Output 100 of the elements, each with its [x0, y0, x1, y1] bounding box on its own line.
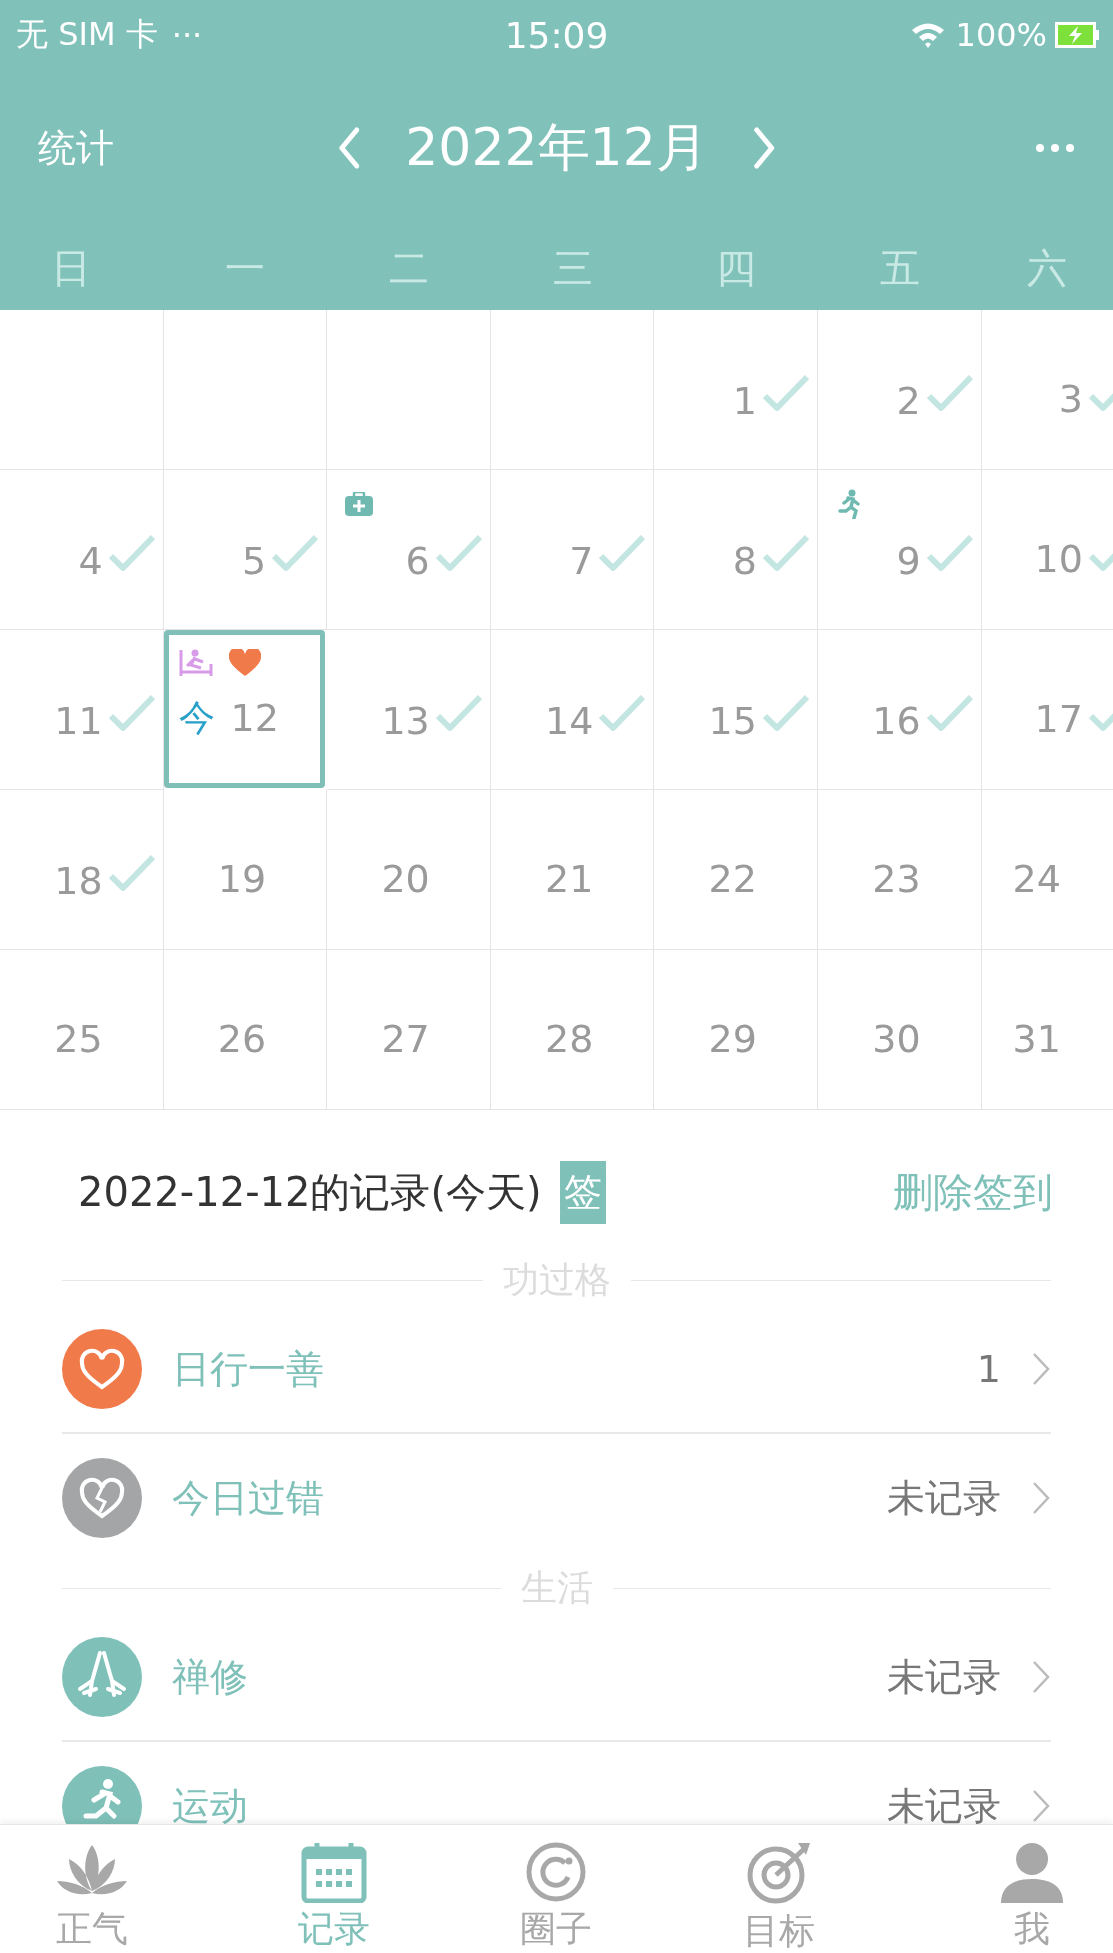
day-number: 8 [732, 538, 757, 585]
day-number: 16 [872, 698, 921, 745]
day-cell[interactable]: 5 [163, 470, 328, 630]
day-cell[interactable]: 26 [163, 950, 328, 1110]
day-cell[interactable]: 23 [817, 790, 982, 950]
month-title: 2022年12月 [405, 116, 708, 179]
day-number: 3 [1058, 376, 1083, 423]
record-label: 禅修 [172, 1653, 249, 1701]
carrier-text: 无 SIM 卡 [16, 14, 158, 55]
clock: 15:09 [504, 14, 609, 56]
day-number: 18 [54, 858, 103, 905]
today-label: 今 [178, 696, 215, 740]
day-number: 28 [545, 1016, 594, 1063]
day-number: 24 [1012, 856, 1061, 903]
day-cell[interactable]: 19 [163, 790, 328, 950]
day-cell[interactable]: 16 [817, 630, 982, 790]
day-cell[interactable]: 4 [0, 470, 164, 630]
day-cell[interactable]: 14 [490, 630, 655, 790]
day-cell[interactable]: 24 [981, 790, 1113, 950]
record-label: 日行一善 [172, 1345, 325, 1393]
day-number: 2 [896, 378, 921, 425]
day-number: 27 [381, 1016, 430, 1063]
record-value: 未记录 [887, 1782, 1001, 1825]
weekday-label: 日 [50, 243, 91, 293]
nav-tab[interactable]: 记录 [222, 1825, 446, 1949]
day-cell[interactable]: 15 [654, 630, 818, 790]
day-cell[interactable]: 22 [654, 790, 818, 950]
day-cell[interactable]: 11 [0, 630, 164, 790]
weekday-label: 二 [389, 243, 429, 293]
person-icon [998, 1841, 1065, 1903]
record-value: 未记录 [887, 1653, 1001, 1701]
day-number: 10 [1034, 536, 1083, 583]
day-number: 4 [78, 538, 103, 585]
day-cell[interactable]: 9 [817, 470, 982, 630]
signed-badge: 签 [559, 1160, 606, 1224]
day-cell[interactable]: 今 12 [163, 630, 326, 788]
nav-tab[interactable]: 目标 [667, 1825, 891, 1951]
delete-check-in-link[interactable]: 删除签到 [893, 1164, 1053, 1220]
heart-icon [228, 649, 261, 677]
day-cell[interactable]: 13 [327, 630, 491, 790]
day-number: 30 [872, 1016, 921, 1063]
day-cell[interactable]: 31 [981, 950, 1113, 1110]
weekday-label: 三 [552, 243, 593, 293]
record-value: 1 [976, 1347, 1001, 1391]
nav-tab[interactable]: 圈子 [445, 1825, 668, 1949]
day-number: 12 [230, 695, 279, 742]
day-number: 21 [545, 856, 594, 903]
day-cell[interactable]: 8 [654, 470, 818, 630]
day-number: 14 [545, 698, 594, 745]
record-label: 运动 [172, 1782, 249, 1825]
day-number: 7 [569, 538, 594, 585]
day-number: 29 [708, 1016, 757, 1063]
chevron-right-icon [1031, 1788, 1051, 1824]
day-cell[interactable]: 28 [490, 950, 655, 1110]
day-cell[interactable]: 3 [981, 310, 1113, 470]
chevron-right-icon [1031, 1351, 1051, 1387]
record-label: 今日过错 [172, 1474, 325, 1522]
day-cell[interactable]: 6 [327, 470, 491, 630]
day-number: 15 [708, 698, 757, 745]
weekday-label: 六 [1027, 243, 1068, 293]
day-cell[interactable]: 17 [981, 630, 1113, 790]
more-text: ··· [171, 16, 203, 54]
day-number: 22 [708, 856, 757, 903]
day-number: 26 [217, 1016, 267, 1063]
record-title: 2022-12-12的记录(今天) [78, 1167, 542, 1217]
battery-icon [1055, 22, 1099, 48]
record-value: 未记录 [887, 1474, 1001, 1522]
target-arrow-icon [746, 1841, 813, 1905]
day-number: 6 [405, 538, 430, 585]
day-number: 17 [1034, 696, 1083, 743]
day-number: 20 [381, 856, 430, 903]
day-number: 31 [1012, 1016, 1061, 1063]
day-cell[interactable]: 30 [817, 950, 982, 1110]
chevron-right-icon [1031, 1659, 1051, 1695]
day-cell[interactable]: 21 [490, 790, 655, 950]
circle-logo-icon [525, 1841, 588, 1903]
day-number: 1 [732, 378, 757, 425]
more-icon[interactable] [1035, 143, 1075, 153]
running-person-icon [835, 489, 862, 519]
weekday-label: 一 [225, 243, 266, 293]
day-cell[interactable]: 7 [490, 470, 655, 630]
nav-tab[interactable]: 我 [950, 1825, 1113, 1949]
weekday-label: 四 [716, 243, 757, 293]
day-number: 23 [872, 856, 921, 903]
statistics-link[interactable]: 统计 [38, 122, 114, 174]
day-cell[interactable]: 29 [654, 950, 818, 1110]
day-cell[interactable]: 2 [817, 310, 982, 470]
day-number: 13 [381, 698, 430, 745]
weekday-label: 五 [879, 243, 920, 293]
day-number: 19 [217, 856, 267, 903]
nav-tab[interactable]: 正气 [0, 1825, 223, 1949]
day-cell[interactable]: 25 [0, 950, 164, 1110]
day-number: 9 [896, 538, 921, 585]
day-cell[interactable]: 27 [327, 950, 491, 1110]
day-number: 11 [54, 698, 103, 745]
day-cell[interactable]: 10 [981, 470, 1113, 630]
day-cell[interactable]: 20 [327, 790, 491, 950]
day-cell[interactable]: 1 [654, 310, 818, 470]
day-cell[interactable]: 18 [0, 790, 164, 950]
battery-text: 100% [955, 16, 1047, 54]
